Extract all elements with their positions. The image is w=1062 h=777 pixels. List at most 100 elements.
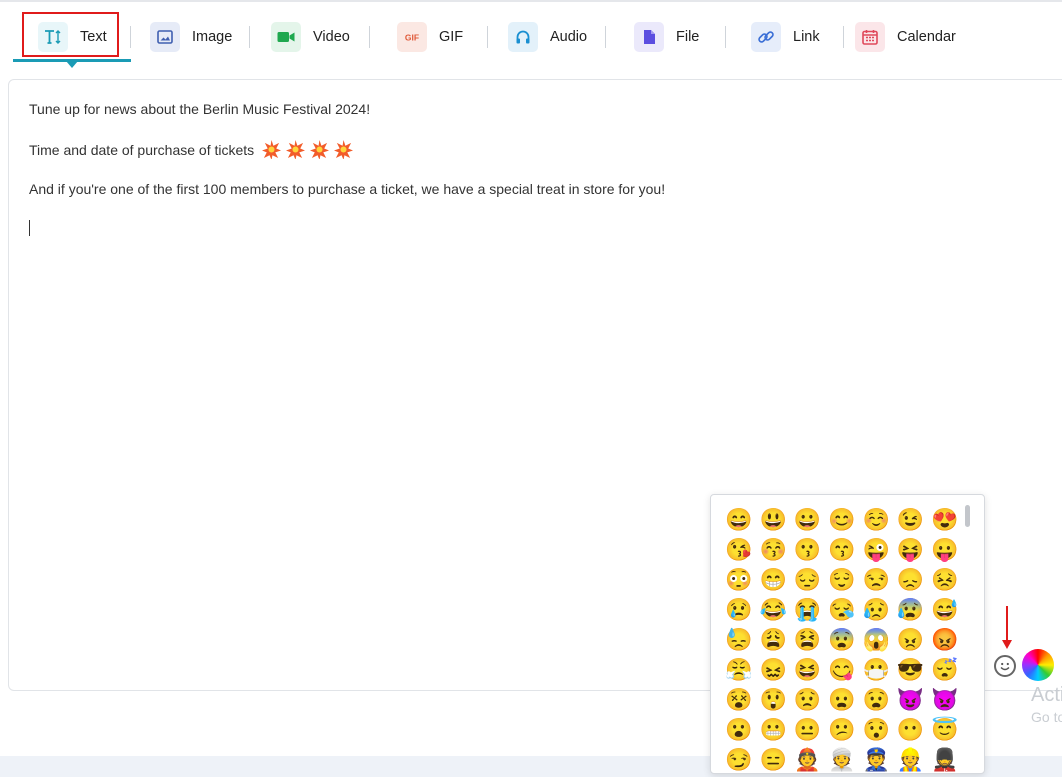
editor-line: And if you're one of the first 100 membe… [29, 181, 666, 197]
emoji-option[interactable]: 😯 [861, 715, 891, 745]
emoji-option[interactable]: 😭 [793, 595, 823, 625]
emoji-option[interactable]: 😘 [724, 535, 754, 565]
emoji-option[interactable]: 😮 [724, 715, 754, 745]
emoji-option[interactable]: 😵 [724, 685, 754, 715]
emoji-option[interactable]: 👷 [896, 745, 926, 773]
annotation-highlight-box [22, 12, 119, 57]
tab-label: Calendar [897, 29, 956, 45]
emoji-option[interactable]: 😒 [861, 565, 891, 595]
emoji-option[interactable]: 😦 [827, 685, 857, 715]
editor-line-with-emoji: Time and date of purchase of tickets [29, 140, 354, 159]
emoji-option[interactable]: 😁 [758, 565, 788, 595]
emoji-option[interactable]: 😣 [930, 565, 960, 595]
emoji-option[interactable]: 😋 [827, 655, 857, 685]
emoji-option[interactable]: 😝 [896, 535, 926, 565]
editor-line: Tune up for news about the Berlin Music … [29, 101, 371, 117]
emoji-option[interactable]: 😱 [861, 625, 891, 655]
emoji-option[interactable]: 😎 [896, 655, 926, 685]
emoji-option[interactable]: 😶 [896, 715, 926, 745]
emoji-option[interactable]: 😖 [758, 655, 788, 685]
emoji-option[interactable]: 😓 [724, 625, 754, 655]
divider [369, 26, 370, 48]
emoji-option[interactable]: 💂 [930, 745, 960, 773]
emoji-option[interactable]: 😉 [896, 505, 926, 535]
gif-icon: GIF [397, 22, 427, 52]
link-icon [751, 22, 781, 52]
divider [725, 26, 726, 48]
emoji-option[interactable]: 👿 [930, 685, 960, 715]
emoji-option[interactable]: 😈 [896, 685, 926, 715]
divider [130, 26, 131, 48]
emoji-option[interactable]: 😅 [930, 595, 960, 625]
emoji-option[interactable]: 😞 [896, 565, 926, 595]
divider [843, 26, 844, 48]
tab-gif[interactable]: GIF GIF [397, 20, 463, 54]
emoji-option[interactable]: 😲 [758, 685, 788, 715]
emoji-option[interactable]: 😤 [724, 655, 754, 685]
emoji-option[interactable]: 😀 [793, 505, 823, 535]
emoji-option[interactable]: 😠 [896, 625, 926, 655]
collision-emoji-group [262, 140, 354, 159]
tab-label: GIF [439, 29, 464, 45]
emoji-option[interactable]: 😑 [758, 745, 788, 773]
emoji-option[interactable]: 😌 [827, 565, 857, 595]
emoji-picker-scrollbar[interactable] [965, 505, 970, 527]
emoji-option[interactable]: ☺️ [861, 505, 891, 535]
emoji-picker-panel: 😄 😃 😀 😊 ☺️ 😉 😍 😘 😚 😗 😙 😜 😝 😛 😳 😁 😔 😌 😒 😞 😣 😢 😂 😭 😪 😥 😰 😅 😓 😩 😫 😨 😱 😠 😡 😤 😖 😆 😋… [710, 494, 985, 774]
tab-calendar[interactable]: Calendar [855, 20, 956, 54]
calendar-icon [855, 22, 885, 52]
emoji-option[interactable]: 😙 [827, 535, 857, 565]
emoji-option[interactable]: 😕 [827, 715, 857, 745]
emoji-option[interactable]: 😴 [930, 655, 960, 685]
tab-label: Video [313, 29, 350, 45]
collision-emoji-icon [262, 140, 282, 159]
tab-image[interactable]: Image [150, 20, 232, 54]
emoji-option[interactable]: 😨 [827, 625, 857, 655]
emoji-option[interactable]: 😟 [793, 685, 823, 715]
collision-emoji-icon [285, 140, 305, 159]
text-cursor [29, 220, 30, 236]
emoji-option[interactable]: 😇 [930, 715, 960, 745]
emoji-option[interactable]: 😡 [930, 625, 960, 655]
tab-audio[interactable]: Audio [508, 20, 587, 54]
tab-file[interactable]: File [634, 20, 699, 54]
emoji-option[interactable]: 😧 [861, 685, 891, 715]
emoji-option[interactable]: 😷 [861, 655, 891, 685]
emoji-option[interactable]: 😃 [758, 505, 788, 535]
content-type-toolbar: Text Image Video GIF GIF Audio File Link… [0, 2, 1062, 74]
emoji-option[interactable]: 😢 [724, 595, 754, 625]
emoji-option[interactable]: 😏 [724, 745, 754, 773]
emoji-option[interactable]: 👳 [827, 745, 857, 773]
emoji-option[interactable]: 😆 [793, 655, 823, 685]
color-wheel-icon[interactable] [1022, 649, 1054, 681]
emoji-option[interactable]: 😚 [758, 535, 788, 565]
emoji-option[interactable]: 😜 [861, 535, 891, 565]
emoji-option[interactable]: 👮 [861, 745, 891, 773]
collision-emoji-icon [333, 140, 353, 159]
tab-video[interactable]: Video [271, 20, 350, 54]
emoji-option[interactable]: 😂 [758, 595, 788, 625]
activation-watermark: Acti [1031, 684, 1062, 706]
emoji-option[interactable]: 😗 [793, 535, 823, 565]
collision-emoji-icon [309, 140, 329, 159]
divider [487, 26, 488, 48]
emoji-option[interactable]: 😐 [793, 715, 823, 745]
emoji-option[interactable]: 😊 [827, 505, 857, 535]
emoji-option[interactable]: 😳 [724, 565, 754, 595]
smiley-icon[interactable] [994, 655, 1016, 677]
emoji-option[interactable]: 😰 [896, 595, 926, 625]
emoji-option[interactable]: 😥 [861, 595, 891, 625]
headphones-icon [508, 22, 538, 52]
emoji-option[interactable]: 😛 [930, 535, 960, 565]
svg-text:GIF: GIF [405, 33, 419, 43]
emoji-option[interactable]: 😬 [758, 715, 788, 745]
emoji-option[interactable]: 😪 [827, 595, 857, 625]
emoji-option[interactable]: 😄 [724, 505, 754, 535]
emoji-option[interactable]: 😔 [793, 565, 823, 595]
tab-link[interactable]: Link [751, 20, 820, 54]
tab-label: Audio [550, 29, 588, 45]
emoji-option[interactable]: 😫 [793, 625, 823, 655]
emoji-option[interactable]: 😍 [930, 505, 960, 535]
emoji-option[interactable]: 😩 [758, 625, 788, 655]
emoji-option[interactable]: 👲 [793, 745, 823, 773]
